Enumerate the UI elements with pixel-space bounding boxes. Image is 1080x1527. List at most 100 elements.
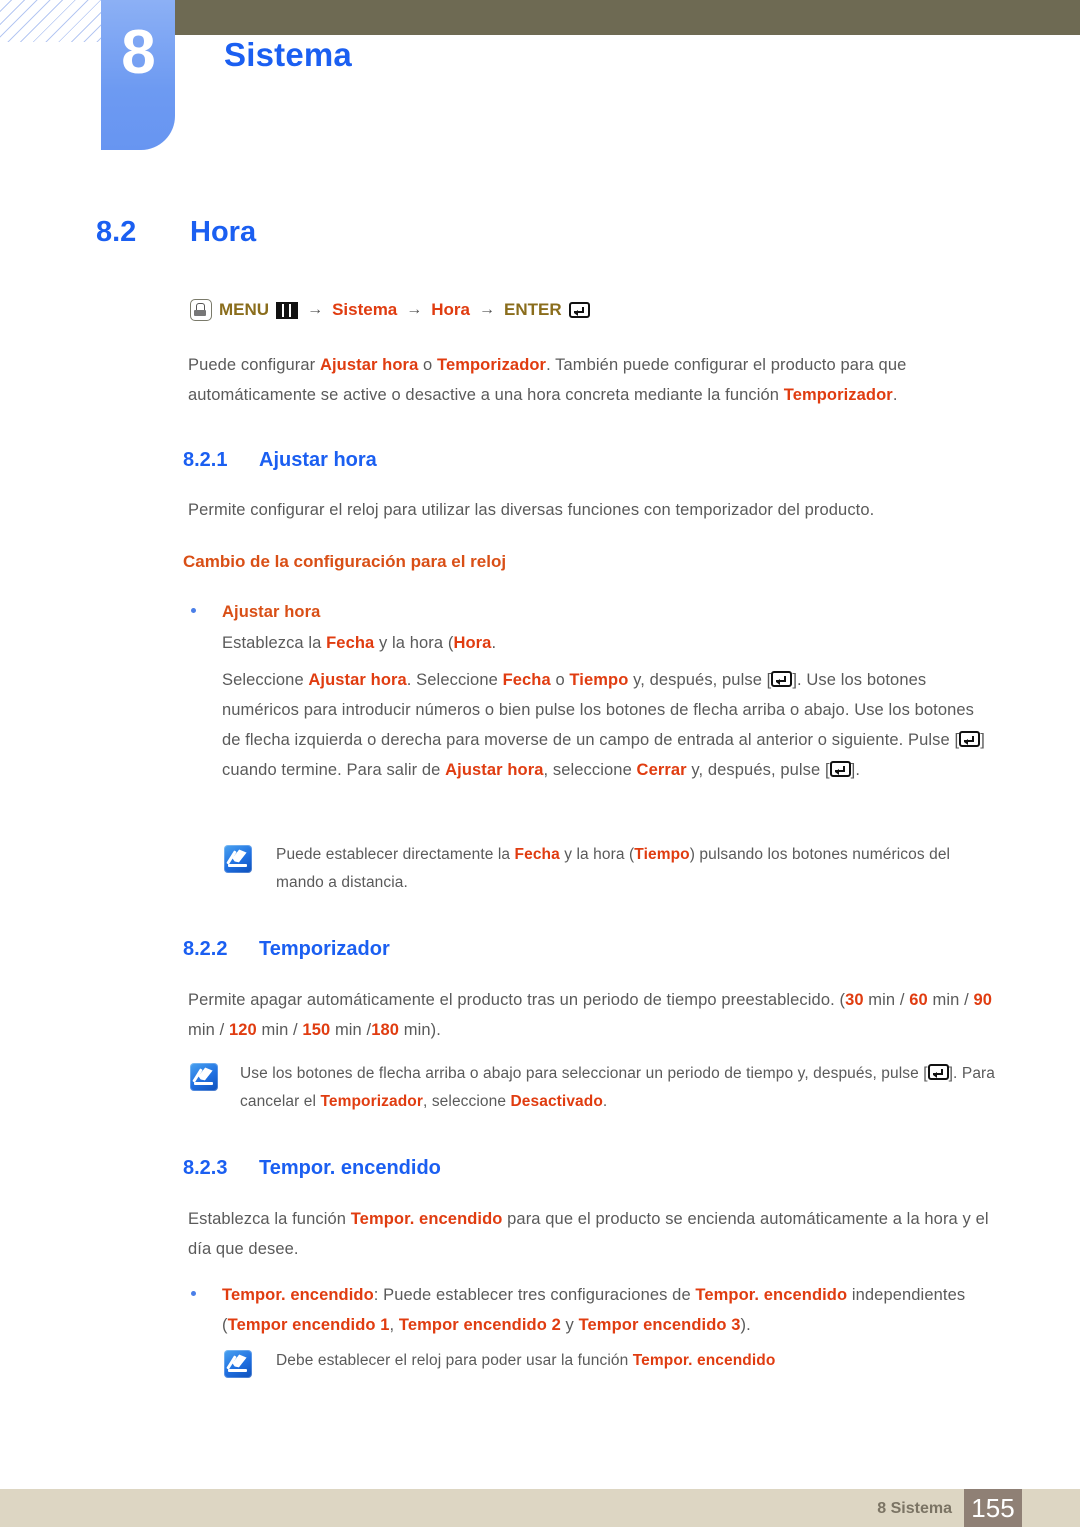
text: . Seleccione — [406, 671, 503, 689]
term-tempor-1: Tempor encendido 1 — [227, 1316, 390, 1334]
text: y la hora ( — [559, 846, 635, 863]
text: o — [550, 671, 570, 689]
intro-text: . — [892, 386, 898, 404]
text: y — [560, 1316, 579, 1334]
arrow-icon-1: → — [307, 301, 324, 318]
menu-path-breadcrumb: MENU → Sistema → Hora → ENTER — [190, 299, 590, 321]
sub3-note-text: Debe establecer el reloj para poder usar… — [276, 1347, 996, 1375]
term-tempor-2: Tempor encendido 2 — [398, 1316, 561, 1334]
text: numéricos para introducir números o bien… — [222, 701, 910, 719]
text: ]. — [948, 1065, 958, 1082]
subsection-number: 8.2.1 — [183, 449, 228, 471]
text: Use los botones de flecha arriba o abajo… — [240, 1065, 928, 1082]
text: min / — [256, 1021, 303, 1039]
menu-label: MENU — [219, 300, 270, 319]
value-120: 120 — [228, 1021, 257, 1039]
term-desactivado: Desactivado — [510, 1093, 603, 1110]
text: , seleccione — [543, 761, 637, 779]
enter-label: ENTER — [504, 300, 562, 319]
footer-page-number: 155 — [971, 1492, 1015, 1523]
subsection-number: 8.2.3 — [183, 1157, 228, 1179]
text: min). — [399, 1021, 441, 1039]
bullet-marker-1 — [191, 608, 196, 613]
note-pencil-icon — [224, 845, 252, 873]
text: min / — [188, 1021, 229, 1039]
text: min / — [330, 1021, 372, 1039]
subsection-number: 8.2.2 — [183, 938, 228, 960]
text: y la hora ( — [374, 634, 454, 652]
hand-press-icon — [190, 299, 212, 321]
subsection-title: Temporizador — [259, 938, 390, 960]
subsection-title: Ajustar hora — [259, 449, 377, 471]
text: . — [491, 634, 497, 652]
text: , — [389, 1316, 399, 1334]
term-ajustar-hora: Ajustar hora — [445, 761, 544, 779]
term-hora: Hora — [453, 634, 492, 652]
pencil-glyph — [197, 1066, 212, 1081]
text: . — [602, 1093, 608, 1110]
text: Permite apagar automáticamente el produc… — [188, 991, 846, 1009]
value-180: 180 — [371, 1021, 400, 1039]
footer-chapter-label: 8 Sistema — [877, 1500, 952, 1517]
bullet-marker-2 — [191, 1291, 196, 1296]
sub2-description: Permite apagar automáticamente el produc… — [188, 985, 998, 1045]
text: Puede establecer directamente la — [276, 846, 515, 863]
term-tempor-encendido: Tempor. encendido — [350, 1210, 503, 1228]
term-temporizador: Temporizador — [320, 1093, 424, 1110]
sub3-bullet-paragraph: Tempor. encendido: Puede establecer tres… — [222, 1280, 997, 1340]
text: min — [927, 991, 960, 1009]
text: para que el producto se encienda automát… — [502, 1210, 958, 1228]
term-cerrar: Cerrar — [636, 761, 687, 779]
text: ]. — [850, 761, 861, 779]
term-tempor-encendido: Tempor. encendido — [222, 1286, 374, 1304]
subsection-title: Tempor. encendido — [259, 1157, 441, 1179]
subsection-heading-8-2-1: 8.2.1 Ajustar hora — [183, 449, 377, 472]
term-ajustar-hora: Ajustar hora — [308, 671, 407, 689]
enter-key-icon — [927, 1064, 949, 1080]
intro-term-temporizador-2: Temporizador — [783, 386, 893, 404]
sub1-bullet-label: Ajustar hora — [222, 603, 321, 621]
text: , seleccione — [423, 1093, 511, 1110]
pencil-glyph — [231, 1353, 246, 1368]
enter-key-icon — [771, 671, 793, 687]
enter-key-icon — [568, 302, 590, 318]
sub1-note-text: Puede establecer directamente la Fecha y… — [276, 841, 996, 897]
note-pencil-icon — [224, 1350, 252, 1378]
sub3-description: Establezca la función Tempor. encendido … — [188, 1204, 1003, 1264]
chapter-tab: 8 — [101, 0, 175, 150]
term-fecha: Fecha — [502, 671, 551, 689]
term-tempor-3: Tempor encendido 3 — [578, 1316, 741, 1334]
term-fecha: Fecha — [514, 846, 560, 863]
subsection-heading-8-2-3: 8.2.3 Tempor. encendido — [183, 1157, 441, 1180]
text: y, después, pulse [ — [628, 671, 772, 689]
section-number: 8.2 — [96, 216, 137, 248]
arrow-icon-2: → — [406, 301, 423, 318]
intro-text: automáticamente se active o desactive a … — [188, 386, 784, 404]
section-heading-8-2: 8.2 Hora — [96, 216, 256, 249]
intro-paragraph: Puede configurar Ajustar hora o Temporiz… — [188, 350, 978, 410]
text: Seleccione — [222, 671, 309, 689]
value-30: 30 — [845, 991, 864, 1009]
text: min / — [863, 991, 910, 1009]
arrow-icon-3: → — [479, 301, 495, 318]
intro-term-ajustar-hora: Ajustar hora — [319, 356, 419, 374]
intro-text: o — [418, 356, 437, 374]
enter-key-icon — [829, 761, 851, 777]
subsection-heading-8-2-2: 8.2.2 Temporizador — [183, 938, 390, 961]
term-tempor-encendido: Tempor. encendido — [632, 1352, 776, 1369]
text: mando a distancia. — [276, 874, 408, 891]
value-90: 90 — [973, 991, 993, 1009]
text: y, después, — [686, 761, 776, 779]
sub1-description: Permite configurar el reloj para utiliza… — [188, 501, 875, 519]
value-60: 60 — [909, 991, 928, 1009]
intro-text: . También puede configurar el producto p… — [546, 356, 907, 374]
chapter-number: 8 — [121, 18, 155, 87]
value-150: 150 — [302, 1021, 331, 1039]
text: Establezca la — [222, 634, 327, 652]
footer-page-box: 155 — [964, 1489, 1022, 1527]
sub1-h3-heading: Cambio de la configuración para el reloj — [183, 552, 507, 571]
text: ]. Use los botones — [792, 671, 927, 689]
term-tiempo: Tiempo — [569, 671, 629, 689]
text: Establezca la función — [188, 1210, 351, 1228]
sub2-note-text: Use los botones de flecha arriba o abajo… — [240, 1060, 1005, 1116]
